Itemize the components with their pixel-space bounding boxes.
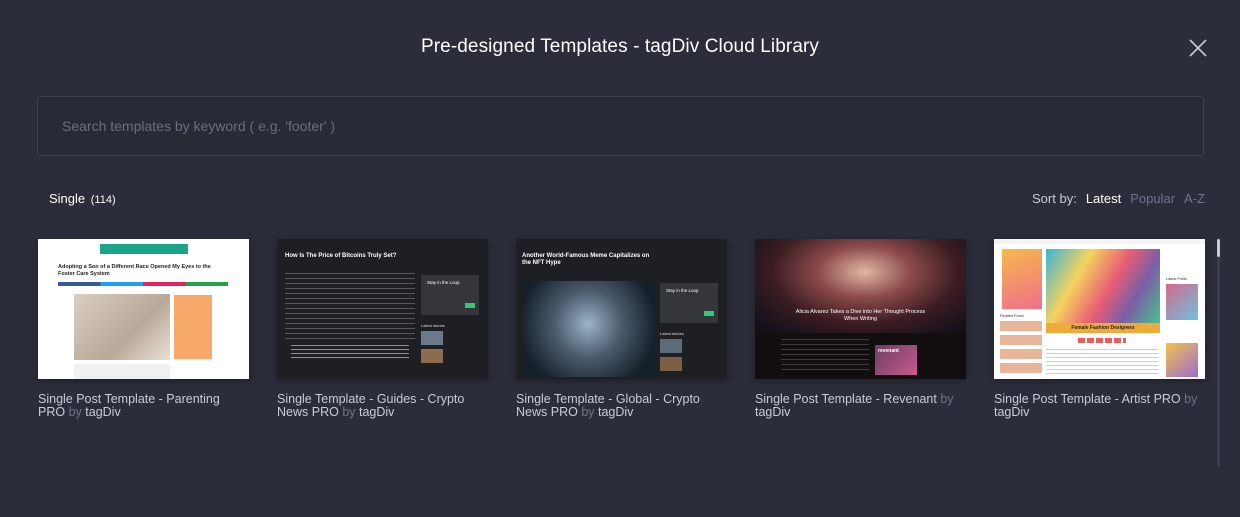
- text-lines: [1046, 349, 1158, 377]
- thumb-headline: Adopting a Son of a Different Race Opene…: [58, 264, 211, 277]
- story-thumb: [660, 357, 682, 371]
- text-lines: [781, 339, 869, 373]
- search-box: [37, 96, 1204, 156]
- side-label: Latest stories: [421, 323, 445, 328]
- signup-box: [174, 295, 212, 359]
- template-thumbnail[interactable]: Alicia Alvarez Takes a Dive into Her Tho…: [755, 239, 966, 379]
- side-list: [1000, 321, 1042, 377]
- close-icon[interactable]: [1188, 38, 1208, 58]
- template-name: Single Post Template - Artist PRO: [994, 392, 1181, 406]
- logo-bar: [100, 244, 188, 254]
- thumb-headline: How Is The Price of Bitcoins Truly Set?: [285, 253, 397, 259]
- story-thumb: [421, 331, 443, 345]
- sort-option-latest[interactable]: Latest: [1086, 191, 1121, 206]
- template-by: by: [342, 405, 356, 419]
- template-card-guides-crypto-news-pro[interactable]: How Is The Price of Bitcoins Truly Set? …: [277, 239, 488, 419]
- scrollbar[interactable]: [1217, 239, 1220, 467]
- top-bar: [994, 239, 1205, 244]
- template-thumbnail[interactable]: Another World-Famous Meme Capitalizes on…: [516, 239, 727, 379]
- thumb-headline: Alicia Alvarez Takes a Dive into Her Tho…: [795, 309, 926, 322]
- template-author: tagDiv: [85, 405, 121, 419]
- scrollbar-thumb[interactable]: [1217, 239, 1220, 257]
- side-title: Stay in the Loop: [427, 280, 460, 285]
- quote-lines: [291, 345, 409, 361]
- close-button[interactable]: [1188, 38, 1208, 58]
- template-title: Single Post Template - Artist PRO by tag…: [994, 393, 1205, 419]
- category-count: (114): [90, 194, 116, 206]
- side-label: Latest stories: [660, 331, 684, 336]
- sort-label: Sort by:: [1032, 191, 1077, 206]
- template-by: by: [68, 405, 82, 419]
- sort-option-popular[interactable]: Popular: [1130, 191, 1175, 206]
- template-title: Single Template - Global - Crypto News P…: [516, 393, 727, 419]
- sort-bar: Sort by: Latest Popular A-Z: [1032, 191, 1205, 206]
- modal-title: Pre-designed Templates - tagDiv Cloud Li…: [420, 36, 820, 57]
- template-thumbnail[interactable]: Related Posts Female Fashion Designers L…: [994, 239, 1205, 379]
- hero-photo: [521, 281, 655, 377]
- template-card-global-crypto-news-pro[interactable]: Another World-Famous Meme Capitalizes on…: [516, 239, 727, 419]
- right-photo: [1166, 284, 1198, 320]
- template-title: Single Post Template - Parenting PRO by …: [38, 393, 249, 419]
- template-by: by: [581, 405, 595, 419]
- story-thumb: [660, 339, 682, 353]
- template-title: Single Template - Guides - Crypto News P…: [277, 393, 488, 419]
- side-label: Related Posts: [1000, 314, 1024, 318]
- template-by: by: [1184, 392, 1198, 406]
- sort-option-a-z[interactable]: A-Z: [1184, 191, 1205, 206]
- video-badge: revenant: [878, 348, 899, 354]
- share-buttons: [1078, 338, 1126, 343]
- subscribe-button: [704, 311, 714, 316]
- template-title: Single Post Template - Revenant by tagDi…: [755, 393, 966, 419]
- subscribe-button: [465, 303, 475, 308]
- template-author: tagDiv: [755, 405, 791, 419]
- thumb-headline: Another World-Famous Meme Capitalizes on…: [522, 253, 650, 266]
- share-buttons: [58, 282, 228, 286]
- template-thumbnail[interactable]: How Is The Price of Bitcoins Truly Set? …: [277, 239, 488, 379]
- category-name: Single: [49, 191, 86, 206]
- text-lines: [285, 273, 415, 343]
- side-title: Latest Posts: [1166, 277, 1187, 281]
- side-promo: [1002, 249, 1042, 309]
- template-card-artist-pro[interactable]: Related Posts Female Fashion Designers L…: [994, 239, 1205, 419]
- template-author: tagDiv: [359, 405, 395, 419]
- template-author: tagDiv: [598, 405, 634, 419]
- thumb-headline: Female Fashion Designers: [1071, 325, 1135, 331]
- template-name: Single Post Template - Parenting PRO: [38, 392, 220, 419]
- category-heading: Single (114): [49, 191, 116, 206]
- hero-photo: [1046, 249, 1160, 323]
- hero-photo: [74, 294, 170, 360]
- content-box: [74, 364, 170, 379]
- story-thumb: [421, 349, 443, 363]
- template-card-parenting-pro[interactable]: Adopting a Son of a Different Race Opene…: [38, 239, 249, 419]
- template-author: tagDiv: [994, 405, 1030, 419]
- template-name: Single Post Template - Revenant: [755, 392, 937, 406]
- right-photo: [1166, 343, 1198, 377]
- template-card-revenant[interactable]: Alicia Alvarez Takes a Dive into Her Tho…: [755, 239, 966, 419]
- template-thumbnail[interactable]: Adopting a Son of a Different Race Opene…: [38, 239, 249, 379]
- template-by: by: [940, 392, 954, 406]
- side-title: Stay in the Loop: [666, 288, 699, 293]
- template-grid: Adopting a Son of a Different Race Opene…: [38, 239, 1208, 419]
- search-input[interactable]: [38, 97, 1203, 155]
